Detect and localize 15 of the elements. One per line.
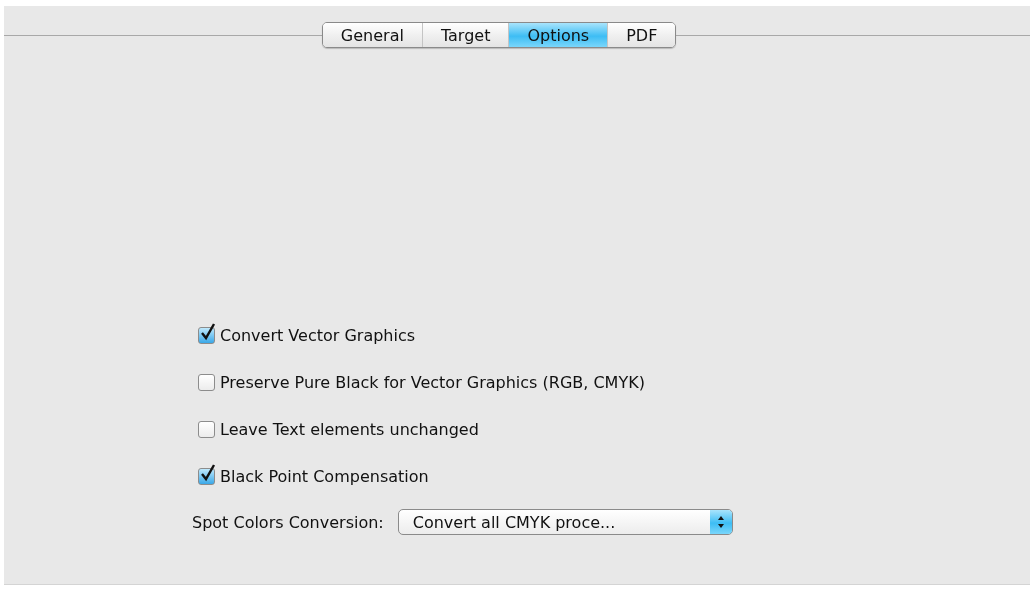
- checkbox[interactable]: [198, 467, 215, 485]
- dropdown[interactable]: Convert all CMYK proce...: [397, 509, 733, 535]
- checkbox-label: Convert Vector Graphics: [220, 325, 416, 345]
- stepper-arrows-icon: [709, 510, 732, 534]
- checkbox[interactable]: [198, 326, 215, 344]
- checkbox-label: Preserve Pure Black for Vector Graphics (RGB, CMYK): [220, 372, 645, 392]
- checkbox[interactable]: [198, 373, 215, 391]
- checkbox-label: Leave Text elements unchanged: [220, 419, 479, 439]
- checkbox-label: Black Point Compensation: [220, 466, 429, 486]
- checkbox[interactable]: [198, 420, 215, 438]
- tab[interactable]: General: [322, 23, 422, 47]
- tab[interactable]: Options: [508, 23, 608, 47]
- tab[interactable]: PDF: [607, 23, 676, 47]
- tab[interactable]: Target: [421, 23, 509, 47]
- field-label: Spot Colors Conversion:: [192, 512, 384, 532]
